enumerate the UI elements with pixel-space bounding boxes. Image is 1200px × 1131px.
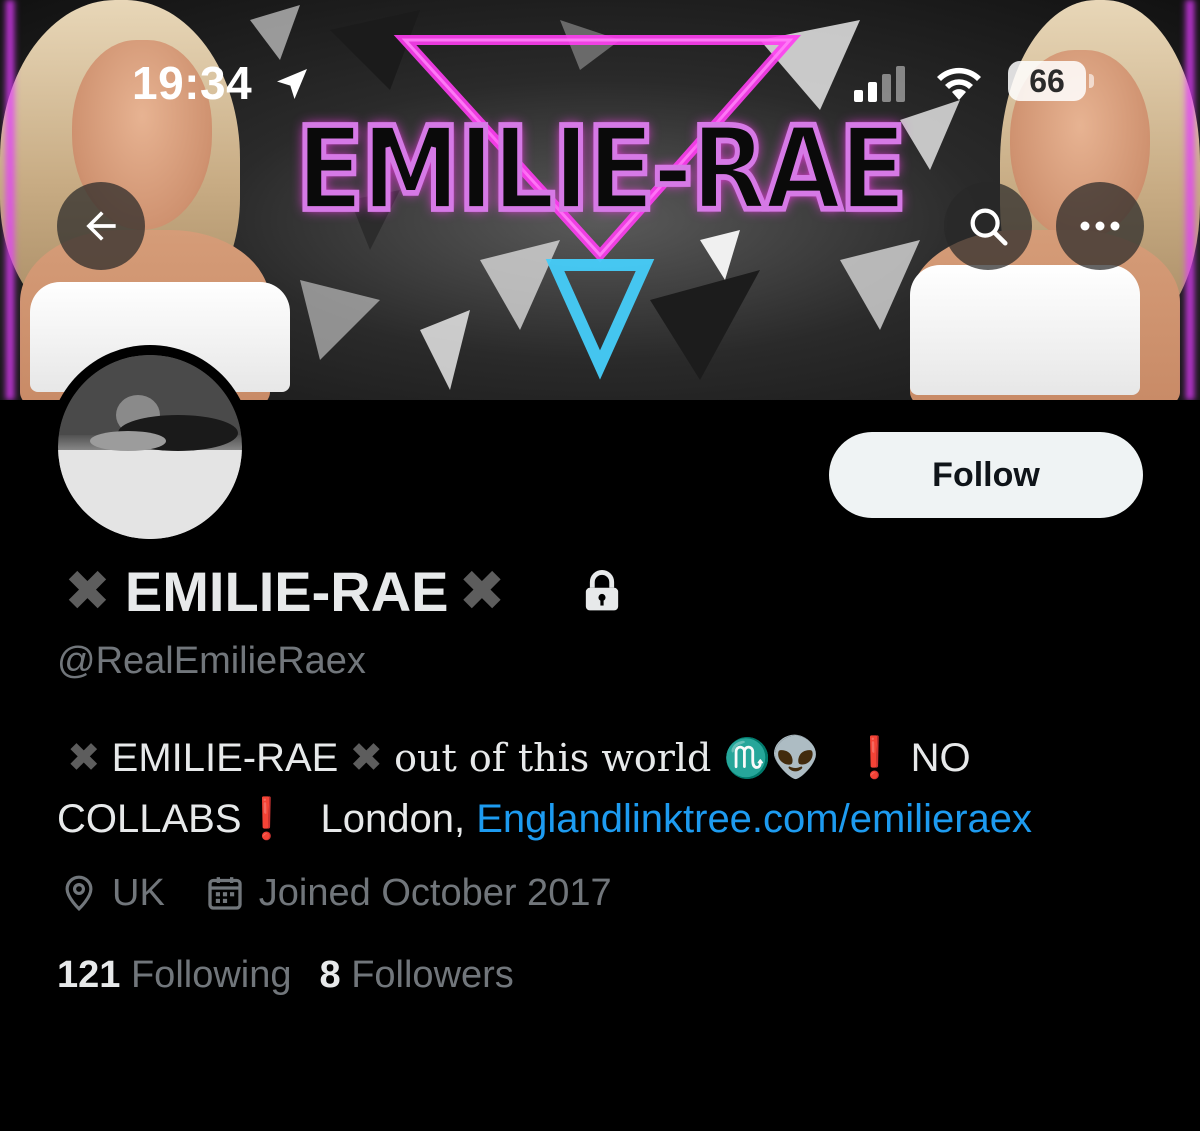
name-cross-mark-right: ✖	[458, 559, 506, 622]
signal-icon	[854, 66, 905, 102]
bio-text-no: NO	[910, 736, 971, 780]
lock-icon	[585, 570, 619, 611]
back-button[interactable]	[57, 182, 145, 270]
location-pin-icon	[65, 875, 93, 911]
bio-name: EMILIE-RAE	[111, 736, 339, 780]
profile-meta: UK Joined October 2017	[60, 868, 612, 918]
following-label: Following	[130, 953, 292, 996]
search-button[interactable]	[944, 182, 1032, 270]
banner-logo-text: EMILIE-RAE	[293, 102, 909, 237]
banner-glow-right	[1183, 0, 1197, 400]
more-options-button[interactable]	[1056, 182, 1144, 270]
bio-location-text: London,	[320, 797, 466, 841]
followers-link[interactable]: 8 Followers	[320, 954, 514, 997]
bio-fancy-text: out of this world ♏	[394, 736, 771, 780]
avatar-photo	[58, 355, 242, 539]
wifi-icon	[937, 67, 981, 100]
profile-banner[interactable]: EMILIE-RAE 19:34 66	[0, 0, 1200, 400]
search-icon	[970, 208, 1008, 246]
battery-indicator: 66	[1008, 61, 1086, 101]
exclamation-icon: ❗	[849, 736, 900, 780]
more-horizontal-icon	[1080, 221, 1120, 231]
banner-model-right	[900, 0, 1200, 400]
battery-nub	[1089, 74, 1094, 88]
profile-bio: ✖ EMILIE-RAE ✖ out of this world ♏👽 ❗ NO…	[57, 728, 1157, 850]
bio-link[interactable]: Englandlinktree.com/emilieraex	[476, 797, 1032, 841]
calendar-icon	[208, 877, 242, 910]
arrow-left-icon	[86, 211, 116, 241]
followers-label: Followers	[351, 953, 514, 996]
bio-cross-mark-left: ✖	[67, 736, 101, 780]
name-cross-mark-left: ✖	[64, 559, 111, 622]
profile-handle: @RealEmilieRaex	[57, 640, 366, 682]
bio-cross-mark-right: ✖	[349, 736, 383, 780]
followers-count: 8	[319, 953, 341, 996]
profile-joined-date: Joined October 2017	[258, 871, 612, 914]
display-name-text: EMILIE-RAE	[124, 559, 449, 623]
status-time: 19:34	[132, 57, 253, 109]
following-count: 121	[57, 953, 121, 996]
banner-glow-left	[3, 0, 17, 400]
profile-avatar[interactable]	[48, 345, 252, 549]
alien-emoji-icon: 👽	[770, 736, 821, 780]
exclamation-icon: ❗	[241, 797, 292, 841]
profile-stats: 121 Following 8 Followers	[57, 950, 514, 1000]
profile-location: UK	[112, 871, 165, 914]
following-link[interactable]: 121 Following	[57, 954, 292, 997]
follow-button[interactable]: Follow	[829, 432, 1143, 518]
bio-text-collabs: COLLABS	[57, 797, 242, 841]
display-name: ✖ EMILIE-RAE ✖	[64, 556, 505, 626]
location-arrow-icon	[277, 69, 307, 99]
